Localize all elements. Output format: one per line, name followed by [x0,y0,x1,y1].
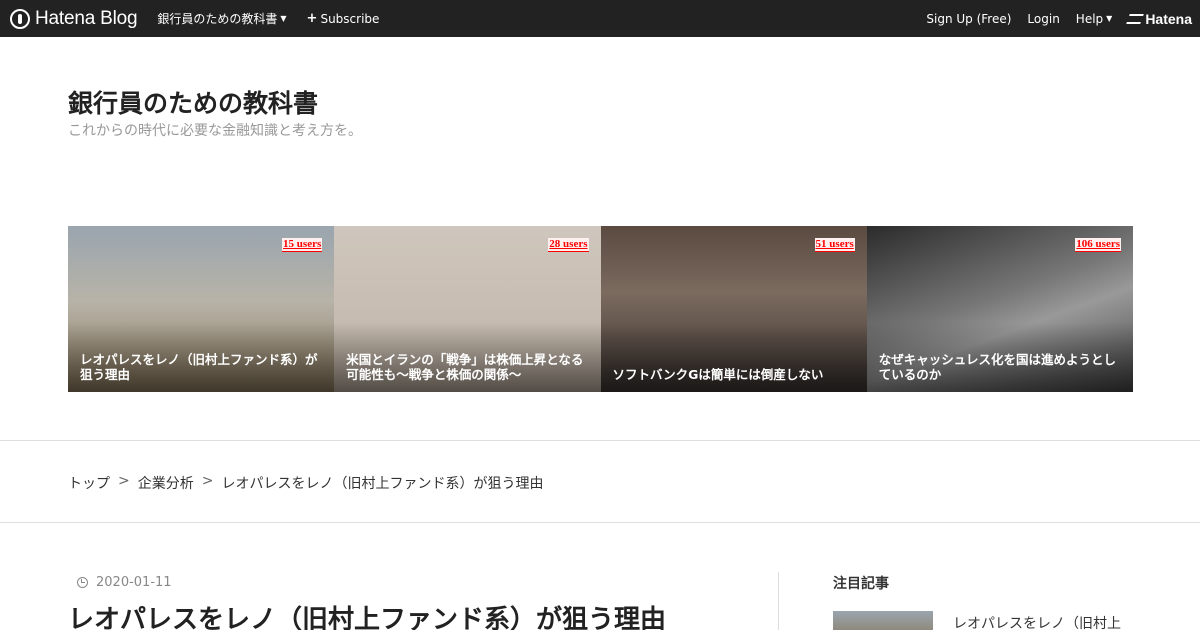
featured-title: ソフトバンクGは簡単には倒産しない [612,367,824,382]
caret-down-icon: ▼ [1106,14,1113,23]
bookmark-count[interactable]: 15 users [282,238,323,252]
breadcrumb-separator: > [201,473,214,489]
signup-link[interactable]: Sign Up (Free) [926,12,1011,26]
blog-menu-dropdown[interactable]: 銀行員のための教科書 ▼ [157,10,286,27]
entry-title[interactable]: レオパレスをレノ（旧村上ファンド系）が狙う理由 [68,599,666,630]
featured-card[interactable]: 106 users なぜキャッシュレス化を国は進めようとしているのか [866,226,1133,392]
sidebar-module-title: 注目記事 [833,576,889,592]
featured-title: レオパレスをレノ（旧村上ファンド系）が狙う理由 [80,352,318,382]
featured-card[interactable]: 15 users レオパレスをレノ（旧村上ファンド系）が狙う理由 [68,226,335,392]
sidebar-entry-thumbnail[interactable] [833,611,933,630]
sidebar-entry-title[interactable]: レオパレスをレノ（旧村上 [953,613,1121,630]
subscribe-button[interactable]: + Subscribe [307,11,380,26]
breadcrumb-current: レオパレスをレノ（旧村上ファンド系）が狙う理由 [221,476,544,492]
blog-description: これからの時代に必要な金融知識と考え方を。 [68,123,362,139]
plus-icon: + [306,11,318,26]
hatena-logo-text: Hatena [1145,10,1192,27]
featured-entries: 15 users レオパレスをレノ（旧村上ファンド系）が狙う理由 28 user… [68,226,1133,392]
featured-title: なぜキャッシュレス化を国は進めようとしているのか [878,352,1117,382]
hatena-wing-icon [1126,13,1145,24]
divider [0,522,1200,523]
hatena-logo[interactable]: Hatena [1126,10,1192,27]
header-left: Hatena Blog 銀行員のための教科書 ▼ + Subscribe [10,0,379,37]
divider [0,440,1200,441]
featured-card[interactable]: 51 users ソフトバンクGは簡単には倒産しない [600,226,867,392]
bookmark-count[interactable]: 28 users [548,238,589,252]
breadcrumb-separator: > [118,473,130,489]
featured-title: 米国とイランの「戦争」は株価上昇となる可能性も〜戦争と株価の関係〜 [346,352,584,382]
entry-date-text: 2020-01-11 [96,575,172,590]
entry-date[interactable]: 2020-01-11 [77,575,172,590]
blog-menu-label: 銀行員のための教科書 [157,12,278,26]
bookmark-count[interactable]: 106 users [1075,238,1121,252]
caret-down-icon: ▼ [280,14,287,23]
breadcrumb-category[interactable]: 企業分析 [138,473,194,493]
help-dropdown[interactable]: Help ▼ [1076,12,1113,26]
login-link[interactable]: Login [1027,12,1059,26]
hatena-blog-logo[interactable]: Hatena Blog [10,7,138,30]
blog-title[interactable]: 銀行員のための教科書 [68,84,318,120]
header-right: Sign Up (Free) Login Help ▼ Hatena [910,0,1192,37]
breadcrumb-top[interactable]: トップ [68,473,110,493]
bookmark-count[interactable]: 51 users [814,238,855,252]
logo-text: Hatena Blog [35,7,138,29]
help-label: Help [1075,11,1104,26]
featured-card[interactable]: 28 users 米国とイランの「戦争」は株価上昇となる可能性も〜戦争と株価の関… [334,226,601,392]
hatena-blog-logo-icon [10,8,30,29]
hatena-global-header: Hatena Blog 銀行員のための教科書 ▼ + Subscribe Sig… [0,0,1200,37]
clock-icon [77,577,88,588]
column-divider [778,572,779,630]
breadcrumb: トップ > 企業分析 > レオパレスをレノ（旧村上ファンド系）が狙う理由 [68,473,543,493]
subscribe-label: Subscribe [320,11,380,26]
